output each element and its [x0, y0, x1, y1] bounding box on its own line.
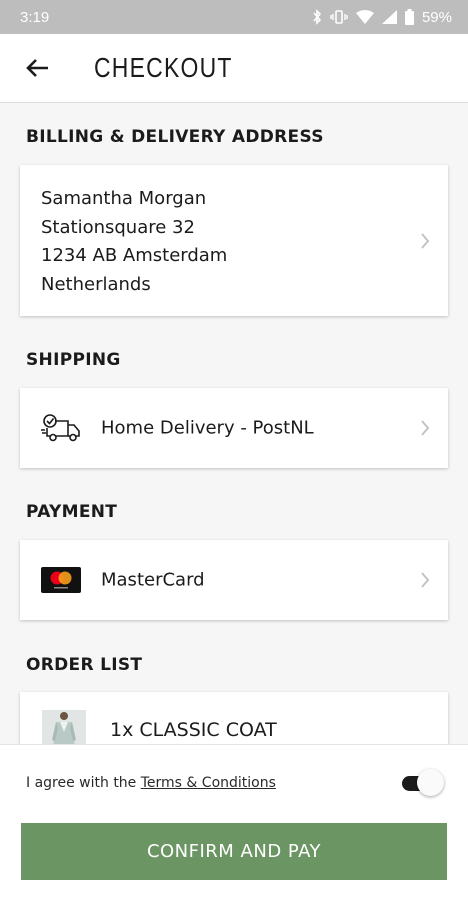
shipping-card[interactable]: Home Delivery - PostNL	[20, 388, 448, 468]
coat-product-image	[42, 710, 86, 748]
payment-section-title: PAYMENT	[26, 502, 118, 522]
back-button[interactable]	[0, 34, 74, 103]
address-card[interactable]: Samantha Morgan Stationsquare 32 1234 AB…	[20, 165, 448, 316]
battery-percent: 59%	[421, 8, 452, 26]
battery-icon	[404, 9, 414, 25]
vibrate-icon	[330, 10, 348, 24]
chevron-right-icon	[421, 420, 430, 436]
confirm-and-pay-button[interactable]: CONFIRM AND PAY	[21, 823, 447, 880]
terms-agreement: I agree with the Terms & Conditions	[26, 775, 276, 791]
product-thumbnail	[42, 710, 86, 748]
page-title: CHECKOUT	[94, 52, 233, 83]
address-name: Samantha Morgan	[41, 188, 207, 209]
terms-toggle[interactable]	[400, 769, 446, 797]
address-city: 1234 AB Amsterdam	[41, 245, 228, 267]
status-time: 3:19	[20, 8, 50, 26]
bluetooth-icon	[313, 9, 322, 25]
address-country: Netherlands	[41, 273, 151, 295]
payment-method: MasterCard	[101, 569, 205, 591]
back-arrow-icon	[26, 59, 48, 77]
terms-link[interactable]: Terms & Conditions	[141, 775, 276, 791]
shipping-section-title: SHIPPING	[26, 350, 121, 370]
delivery-truck-icon	[41, 414, 80, 442]
mastercard-logo-icon	[41, 567, 81, 593]
wifi-icon	[355, 10, 374, 24]
checkout-footer: I agree with the Terms & Conditions CONF…	[0, 744, 468, 900]
address-street: Stationsquare 32	[41, 216, 195, 238]
signal-icon	[381, 10, 397, 24]
status-icons: 59%	[312, 9, 452, 26]
agree-text: I agree with the	[26, 775, 141, 791]
chevron-right-icon	[421, 232, 430, 249]
order-section-title: ORDER LIST	[26, 655, 143, 675]
toggle-thumb	[417, 769, 444, 796]
chevron-right-icon	[421, 572, 430, 588]
app-bar: CHECKOUT	[0, 34, 468, 103]
address-lines: Samantha Morgan Stationsquare 32 1234 AB…	[41, 185, 227, 299]
shipping-method: Home Delivery - PostNL	[101, 417, 314, 439]
status-bar: 3:19 59%	[0, 0, 468, 34]
order-item-label: 1x CLASSIC COAT	[110, 719, 277, 741]
payment-card[interactable]: MasterCard	[20, 540, 448, 620]
address-section-title: BILLING & DELIVERY ADDRESS	[26, 127, 324, 147]
